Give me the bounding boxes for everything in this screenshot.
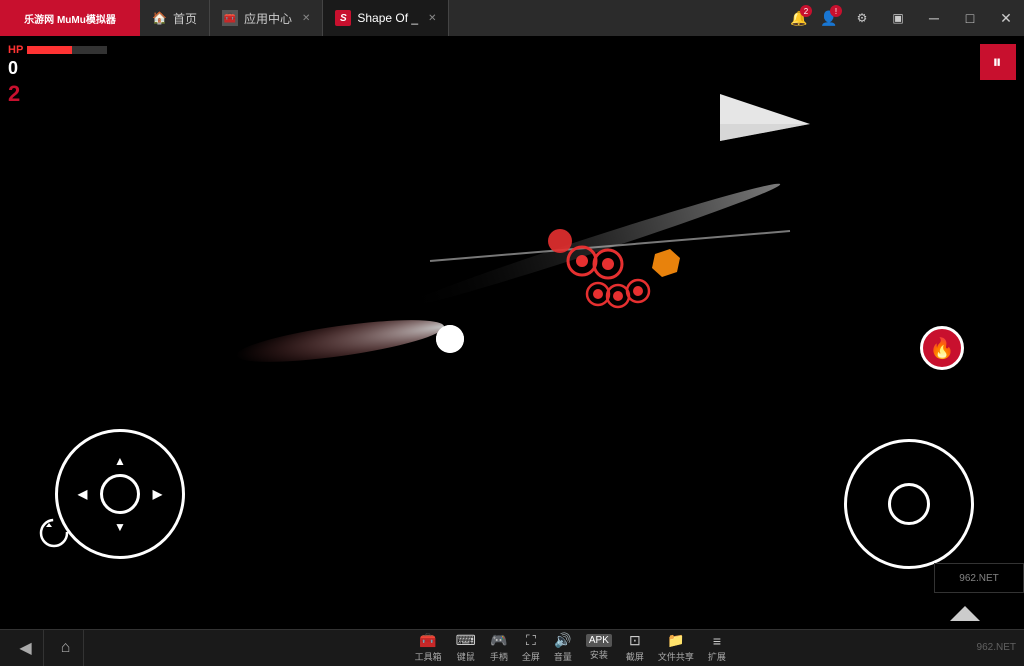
screenshot-label: 截屏 [626, 650, 644, 663]
joy-arrow-left: ◀ [78, 487, 87, 501]
gamepad-icon: 🎮 [490, 632, 507, 649]
tab-home[interactable]: 🏠 首页 [140, 0, 210, 36]
gamepad-label: 手柄 [490, 650, 508, 663]
home-nav-btn[interactable]: ⌂ [48, 630, 84, 666]
record-btn[interactable]: ▣ [880, 0, 916, 36]
toolbox-btn[interactable]: 🧰 工具箱 [409, 630, 448, 665]
watermark: 962.NET [934, 563, 1024, 593]
tab-appstore-close[interactable]: ✕ [302, 13, 310, 24]
tab-appstore[interactable]: 🧰 应用中心 ✕ [210, 0, 323, 36]
joy-arrow-right: ▶ [153, 487, 162, 501]
refresh-icon [38, 517, 70, 549]
tab-game-label: Shape Of _ [357, 11, 418, 25]
back-btn[interactable]: ◀ [8, 630, 44, 666]
pause-button[interactable]: ⏸ [980, 44, 1016, 80]
watermark-text: 962.NET [959, 573, 998, 584]
minimize-btn[interactable]: ─ [916, 0, 952, 36]
hp-label: HP [8, 44, 23, 56]
right-joystick-center [888, 483, 930, 525]
fire-icon: 🔥 [930, 336, 955, 361]
fire-powerup[interactable]: 🔥 [920, 326, 964, 370]
fullscreen-label: 全屏 [522, 650, 540, 663]
toolbox-icon-btn: 🧰 [419, 632, 436, 649]
toolbar-watermark: 962.NET [977, 642, 1016, 653]
hud: HP 0 2 [8, 44, 107, 107]
game-tab-icon: S [335, 10, 351, 26]
fullscreen-btn[interactable]: ⛶ 全屏 [516, 630, 546, 665]
bottom-toolbar: ◀ ⌂ 🧰 工具箱 ⌨ 键鼠 🎮 手柄 ⛶ 全屏 🔊 音量 APK 安装 ⊡ [0, 629, 1024, 665]
logo-text: 乐游网 MuMu模拟器 [24, 11, 116, 26]
tab-appstore-label: 应用中心 [244, 10, 292, 27]
install-label: 安装 [590, 648, 608, 661]
tab-game-close[interactable]: ✕ [428, 13, 436, 24]
tool-buttons: 🧰 工具箱 ⌨ 键鼠 🎮 手柄 ⛶ 全屏 🔊 音量 APK 安装 ⊡ 截屏 📁 [409, 630, 732, 665]
home-icon: 🏠 [152, 11, 167, 25]
keyboard-btn[interactable]: ⌨ 键鼠 [450, 630, 482, 665]
hp-bar-fill [27, 46, 72, 54]
settings-btn[interactable]: ⚙ [844, 0, 880, 36]
joystick-center [100, 474, 140, 514]
profile-btn[interactable]: 👤 ! [814, 0, 844, 36]
title-bar: 乐游网 MuMu模拟器 🏠 首页 🧰 应用中心 ✕ S Shape Of _ ✕… [0, 0, 1024, 36]
volume-icon: 🔊 [554, 632, 571, 649]
joystick-inner-container: ▲ ▼ ◀ ▶ [100, 474, 140, 514]
score-display: 0 [8, 58, 107, 79]
joy-arrow-up: ▲ [114, 454, 126, 468]
screenshot-btn[interactable]: ⊡ 截屏 [620, 630, 650, 665]
gamepad-btn[interactable]: 🎮 手柄 [484, 630, 514, 665]
nav-buttons: ◀ ⌂ [8, 630, 84, 666]
tab-home-label: 首页 [173, 10, 197, 27]
level-display: 2 [8, 81, 107, 107]
game-area[interactable]: HP 0 2 ⏸ 🔥 ▲ ▼ ◀ ▶ 96 [0, 36, 1024, 629]
keyboard-icon: ⌨ [456, 632, 476, 649]
maximize-btn[interactable]: □ [952, 0, 988, 36]
toolbox-label: 工具箱 [415, 650, 442, 663]
fullscreen-icon: ⛶ [526, 632, 536, 649]
file-share-icon: 📁 [667, 632, 684, 649]
logo-area: 乐游网 MuMu模拟器 [0, 0, 140, 36]
tab-game[interactable]: S Shape Of _ ✕ [323, 0, 449, 36]
keyboard-label: 键鼠 [457, 650, 475, 663]
screenshot-icon: ⊡ [629, 632, 641, 649]
notification-btn[interactable]: 🔔 2 [784, 0, 814, 36]
notif-badge: 2 [800, 5, 812, 17]
volume-btn[interactable]: 🔊 音量 [548, 630, 578, 665]
file-share-btn[interactable]: 📁 文件共享 [652, 630, 700, 665]
close-btn[interactable]: ✕ [988, 0, 1024, 36]
left-joystick[interactable]: ▲ ▼ ◀ ▶ [55, 429, 185, 559]
toolbar-right: 962.NET [977, 642, 1016, 653]
install-btn[interactable]: APK 安装 [580, 630, 618, 665]
profile-badge: ! [830, 5, 842, 17]
window-controls: 🔔 2 👤 ! ⚙ ▣ ─ □ ✕ [784, 0, 1024, 36]
joy-arrow-down: ▼ [114, 520, 126, 534]
more-icon: ≡ [713, 633, 721, 649]
apk-icon: APK [586, 634, 612, 647]
refresh-btn[interactable] [38, 517, 70, 554]
more-label: 扩展 [708, 650, 726, 663]
hp-bar-bg [27, 46, 107, 54]
file-share-label: 文件共享 [658, 650, 694, 663]
volume-label: 音量 [554, 650, 572, 663]
pause-icon: ⏸ [993, 52, 1004, 73]
more-btn[interactable]: ≡ 扩展 [702, 630, 732, 665]
right-joystick[interactable] [844, 439, 974, 569]
toolbox-icon: 🧰 [222, 10, 238, 26]
hp-bar-container: HP [8, 44, 107, 56]
